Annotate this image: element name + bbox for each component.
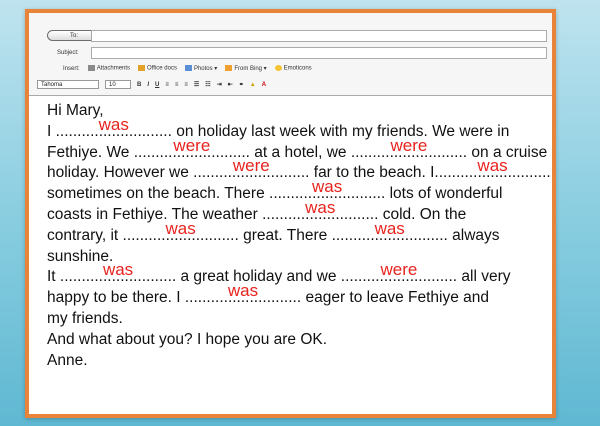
insert-toolbar: Insert: Attachments Office docs Photos ▾… [63,65,312,72]
answer-text: was [477,156,508,176]
letter-line: my friends. [47,309,123,327]
answer-text: was [98,114,129,134]
subject-label: Subject: [57,50,79,56]
answer-text: was [305,197,336,217]
underline-icon[interactable]: U [155,82,159,88]
blank: ........................... was [184,281,302,307]
blank: ........................... was [59,260,177,286]
office-docs-icon [138,65,146,72]
attachments-button[interactable]: Attachments [87,65,130,72]
letter-line: Anne. [47,351,88,369]
format-toolbar: Tahoma 10 B I U ≡ ≡ ≡ ☰ ☷ ⇥ ⇤ ⚭ ▲ A [37,79,545,90]
to-field[interactable] [91,30,547,42]
message-body[interactable]: Hi Mary, I ........................... wa… [47,101,551,371]
paperclip-icon [87,65,95,72]
blank: ........................... was [434,156,551,182]
smiley-icon [274,65,282,72]
answer-text: was [374,218,405,238]
bold-icon[interactable]: B [137,82,141,88]
photos-icon [184,65,192,72]
font-family-select[interactable]: Tahoma [37,80,99,89]
answer-text: were [380,260,418,280]
insert-label: Insert: [63,65,80,72]
align-center-icon[interactable]: ≡ [175,82,179,88]
blank: ........................... was [122,218,239,244]
numbering-icon[interactable]: ☷ [205,81,210,88]
answer-text: were [390,135,428,155]
outdent-icon[interactable]: ⇤ [228,81,233,88]
compose-header: To: Subject: Insert: Attachments Office … [29,13,552,95]
blank: ........................... was [331,218,448,244]
emoticons-button[interactable]: Emoticons [274,65,312,72]
bing-icon [225,65,233,72]
email-compose-window: To: Subject: Insert: Attachments Office … [25,9,556,418]
highlight-icon[interactable]: ▲ [250,82,256,88]
align-right-icon[interactable]: ≡ [184,82,188,88]
header-divider [29,95,552,96]
office-docs-button[interactable]: Office docs [138,65,177,72]
answer-text: was [227,281,259,301]
from-bing-button[interactable]: From Bing ▾ [225,65,267,72]
italic-icon[interactable]: I [147,82,149,88]
answer-text: was [102,260,134,280]
letter-line: happy to be there. I ...................… [47,281,547,309]
font-color-icon[interactable]: A [262,82,266,88]
letter-line: I ........................... was on holi… [47,115,547,143]
align-left-icon[interactable]: ≡ [165,82,169,88]
letter-line: And what about you? I hope you are OK. [47,330,328,348]
answer-text: was [312,177,343,197]
link-icon[interactable]: ⚭ [239,81,244,88]
answer-text: were [232,156,270,176]
indent-icon[interactable]: ⇥ [217,81,222,88]
photos-button[interactable]: Photos ▾ [184,65,217,72]
letter-line: contrary, it ...........................… [47,218,547,247]
subject-field[interactable] [91,47,547,59]
bullets-icon[interactable]: ☰ [194,81,199,88]
blank: ........................... were [340,260,458,286]
answer-text: were [173,135,211,155]
font-size-select[interactable]: 10 [105,80,131,89]
answer-text: was [165,218,196,238]
